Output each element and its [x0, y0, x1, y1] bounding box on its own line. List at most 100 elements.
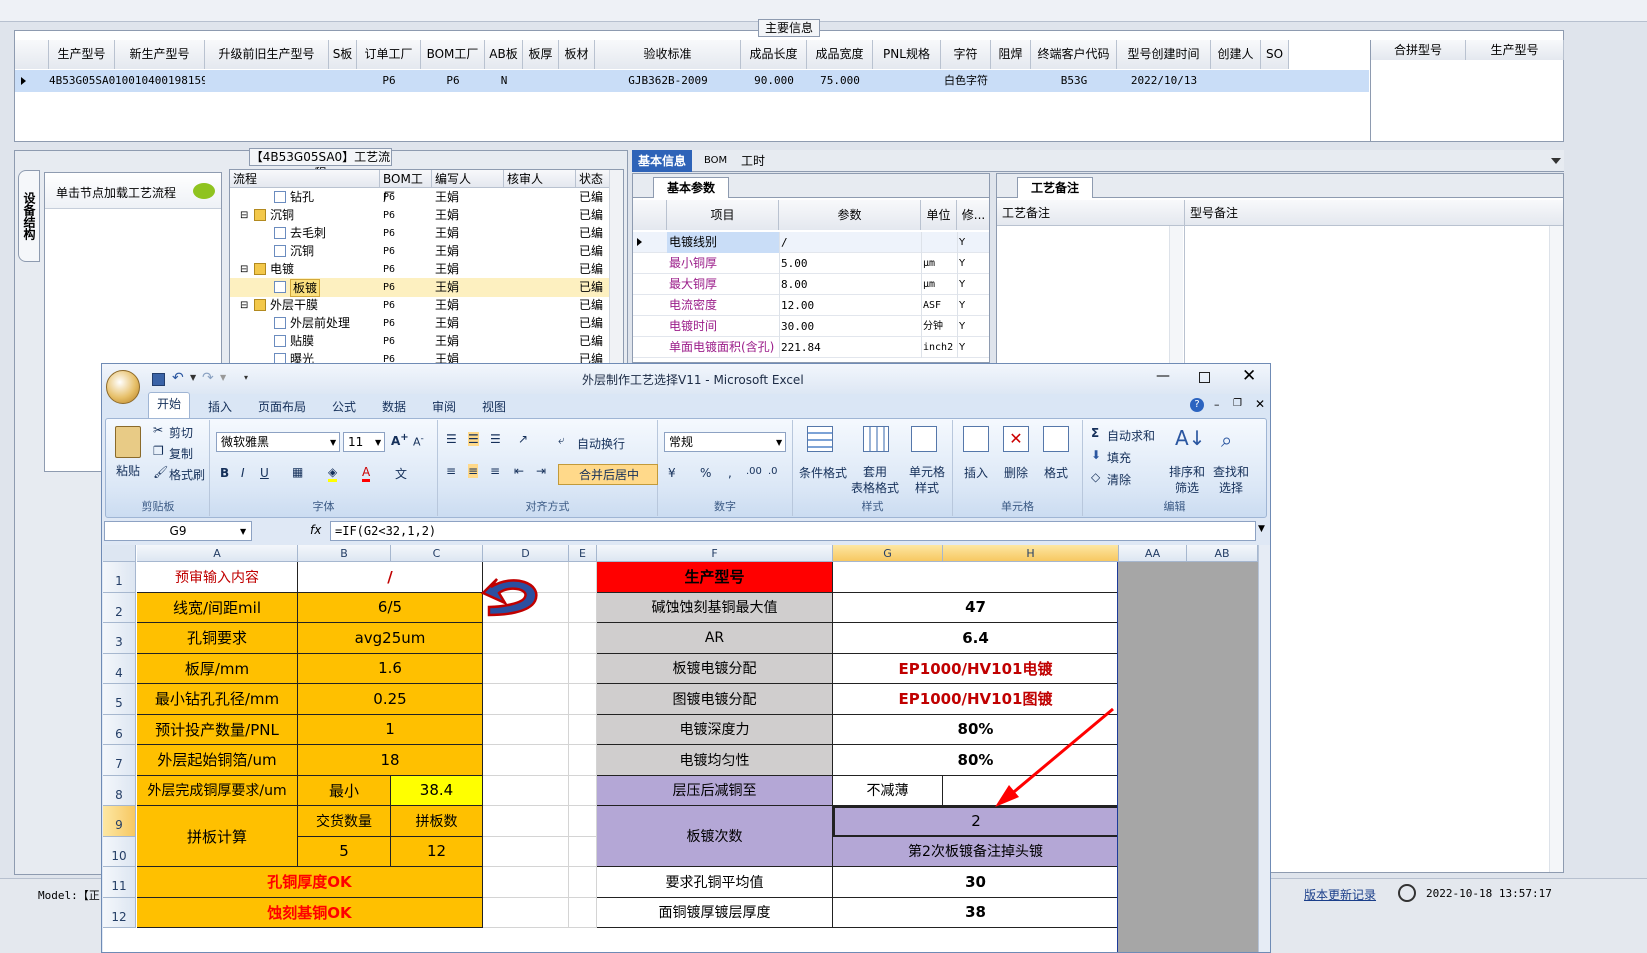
cut-button[interactable]: 剪切 — [169, 424, 193, 441]
increase-indent-icon[interactable]: ⇥ — [536, 464, 546, 478]
main-cell[interactable]: 10010400198159 — [115, 70, 205, 92]
main-cell[interactable]: 白色字符 — [941, 70, 991, 92]
main-col-header[interactable]: AB板 — [485, 40, 523, 69]
format-cells-button[interactable]: 格式 — [1044, 464, 1068, 481]
help-icon[interactable]: ? — [1190, 398, 1204, 412]
finished-copper-value[interactable]: 38.4 — [391, 775, 483, 806]
fill-icon[interactable]: ⬇ — [1091, 448, 1101, 462]
main-col-header[interactable]: 成品长度 — [741, 40, 807, 69]
input-label[interactable]: 外层起始铜箔/um — [137, 745, 298, 776]
tab-process-notes[interactable]: 工艺备注 — [1017, 177, 1093, 198]
load-hint-bar[interactable]: 单击节点加载工艺流程 — [45, 173, 221, 209]
result-value[interactable]: 47 — [833, 592, 1119, 623]
font-name-dropdown-icon[interactable]: ▼ — [330, 438, 336, 447]
param-row[interactable]: 单面电镀面积(含孔) 221.84 inch2 Y — [633, 337, 989, 358]
empty-cell[interactable] — [483, 592, 569, 623]
bold-icon[interactable]: B — [220, 466, 229, 480]
clear-icon[interactable]: ◇ — [1091, 470, 1100, 484]
grow-font-icon[interactable]: A+ — [391, 432, 409, 448]
main-cell[interactable]: GJB362B-2009 — [595, 70, 741, 92]
formula-input[interactable]: =IF(G2<32,1,2) — [330, 521, 1256, 541]
collapse-icon[interactable]: ⊟ — [240, 260, 248, 279]
ribbon-tab[interactable]: 视图 — [474, 396, 514, 418]
align-bottom-icon[interactable]: ☰ — [490, 432, 501, 446]
sort-filter-icon[interactable]: A↓ — [1175, 426, 1205, 450]
merge-center-button[interactable]: 合并后居中 — [558, 464, 659, 485]
main-cell[interactable]: 75.000 — [807, 70, 873, 92]
row-header[interactable]: 1 — [103, 562, 136, 593]
empty-cell[interactable] — [569, 562, 597, 593]
font-size-dropdown-icon[interactable]: ▼ — [375, 438, 381, 447]
column-header[interactable]: AB — [1187, 545, 1258, 562]
name-box[interactable]: G9 — [104, 521, 252, 541]
result-label[interactable]: 板镀电镀分配 — [597, 653, 833, 684]
empty-cell[interactable] — [483, 653, 569, 684]
input-label[interactable]: 线宽/间距mil — [137, 592, 298, 623]
formula-expand-icon[interactable]: ▼ — [1258, 524, 1265, 534]
tree-scrollbar[interactable] — [609, 170, 623, 363]
plating-times-value[interactable]: 2 — [833, 806, 1119, 837]
delivery-qty-value[interactable]: 5 — [298, 836, 391, 867]
result-value[interactable]: 80% — [833, 745, 1119, 776]
main-col-header[interactable]: 阻焊 — [991, 40, 1031, 69]
column-header[interactable]: AA — [1119, 545, 1187, 562]
tree-col-header[interactable]: 编写人 — [432, 170, 504, 188]
fill-button[interactable]: 填充 — [1107, 449, 1131, 466]
row-header[interactable]: 2 — [103, 592, 136, 623]
hole-copper-status[interactable]: 孔铜厚度OK — [137, 867, 483, 898]
ribbon-tab[interactable]: 插入 — [200, 396, 240, 418]
clear-button[interactable]: 清除 — [1107, 471, 1131, 488]
row-header[interactable]: 8 — [103, 775, 136, 806]
empty-cell[interactable] — [569, 775, 597, 806]
delivery-qty-label[interactable]: 交货数量 — [298, 806, 391, 837]
panel-count-value[interactable]: 12 — [391, 836, 483, 867]
empty-cell[interactable] — [483, 806, 569, 837]
main-cell[interactable] — [873, 70, 941, 92]
tree-col-header[interactable]: 流程 — [230, 170, 380, 188]
decrease-indent-icon[interactable]: ⇤ — [514, 464, 524, 478]
minimize-button[interactable]: — — [1156, 368, 1170, 384]
ribbon-restore-icon[interactable]: ❐ — [1233, 398, 1242, 409]
conditional-format-icon[interactable] — [807, 426, 833, 452]
tree-row[interactable]: ⊟ 外层干膜 P6 王娟 已编 — [230, 296, 611, 315]
main-col-header[interactable]: 验收标准 — [595, 40, 741, 69]
insert-cells-icon[interactable] — [963, 426, 989, 452]
result-value[interactable]: 80% — [833, 714, 1119, 745]
input-value[interactable]: avg25um — [298, 623, 483, 654]
collapse-icon[interactable]: ⊟ — [240, 206, 248, 225]
finished-copper-label[interactable]: 外层完成铜厚要求/um — [137, 775, 298, 806]
align-center-icon[interactable]: ≡ — [468, 464, 479, 478]
row-header[interactable]: 6 — [103, 714, 136, 745]
main-cell[interactable]: B53G — [1031, 70, 1117, 92]
tree-col-header[interactable]: BOM工厂 — [380, 170, 432, 204]
column-header[interactable]: A — [137, 545, 298, 562]
main-cell[interactable]: 4B53G05SA0 — [49, 70, 115, 92]
tab-bom[interactable]: BOM — [698, 150, 733, 172]
tree-row[interactable]: 曝光 P6 王娟 已编 — [230, 350, 611, 363]
row-header[interactable]: 12 — [103, 897, 136, 928]
production-model-label[interactable]: 生产型号 — [597, 562, 833, 593]
production-model-value[interactable] — [833, 562, 1119, 593]
empty-cell[interactable] — [569, 684, 597, 715]
main-cell[interactable]: P6 — [421, 70, 485, 92]
ribbon-minimize-icon[interactable]: – — [1214, 398, 1220, 411]
empty-cell[interactable] — [569, 714, 597, 745]
row-header[interactable]: 9 — [103, 806, 136, 837]
tab-basic-params[interactable]: 基本参数 — [653, 177, 729, 198]
row-header[interactable]: 7 — [103, 745, 136, 776]
number-format-dropdown-icon[interactable]: ▼ — [776, 438, 782, 447]
tree-row[interactable]: 去毛刺 P6 王娟 已编 — [230, 224, 611, 243]
input-value[interactable]: 18 — [298, 745, 483, 776]
font-color-icon[interactable]: A — [362, 465, 371, 482]
main-cell[interactable] — [991, 70, 1031, 92]
tab-work-hours[interactable]: 工时 — [735, 150, 771, 172]
empty-cell[interactable] — [569, 653, 597, 684]
column-header[interactable]: B — [298, 545, 391, 562]
empty-cell[interactable] — [483, 836, 569, 867]
main-cell[interactable] — [523, 70, 559, 92]
empty-cell[interactable] — [483, 897, 569, 928]
result-label[interactable]: 电镀均匀性 — [597, 745, 833, 776]
equipment-structure-tab[interactable]: 设备结构 — [18, 170, 40, 262]
empty-cell[interactable] — [569, 592, 597, 623]
empty-cell[interactable] — [483, 714, 569, 745]
